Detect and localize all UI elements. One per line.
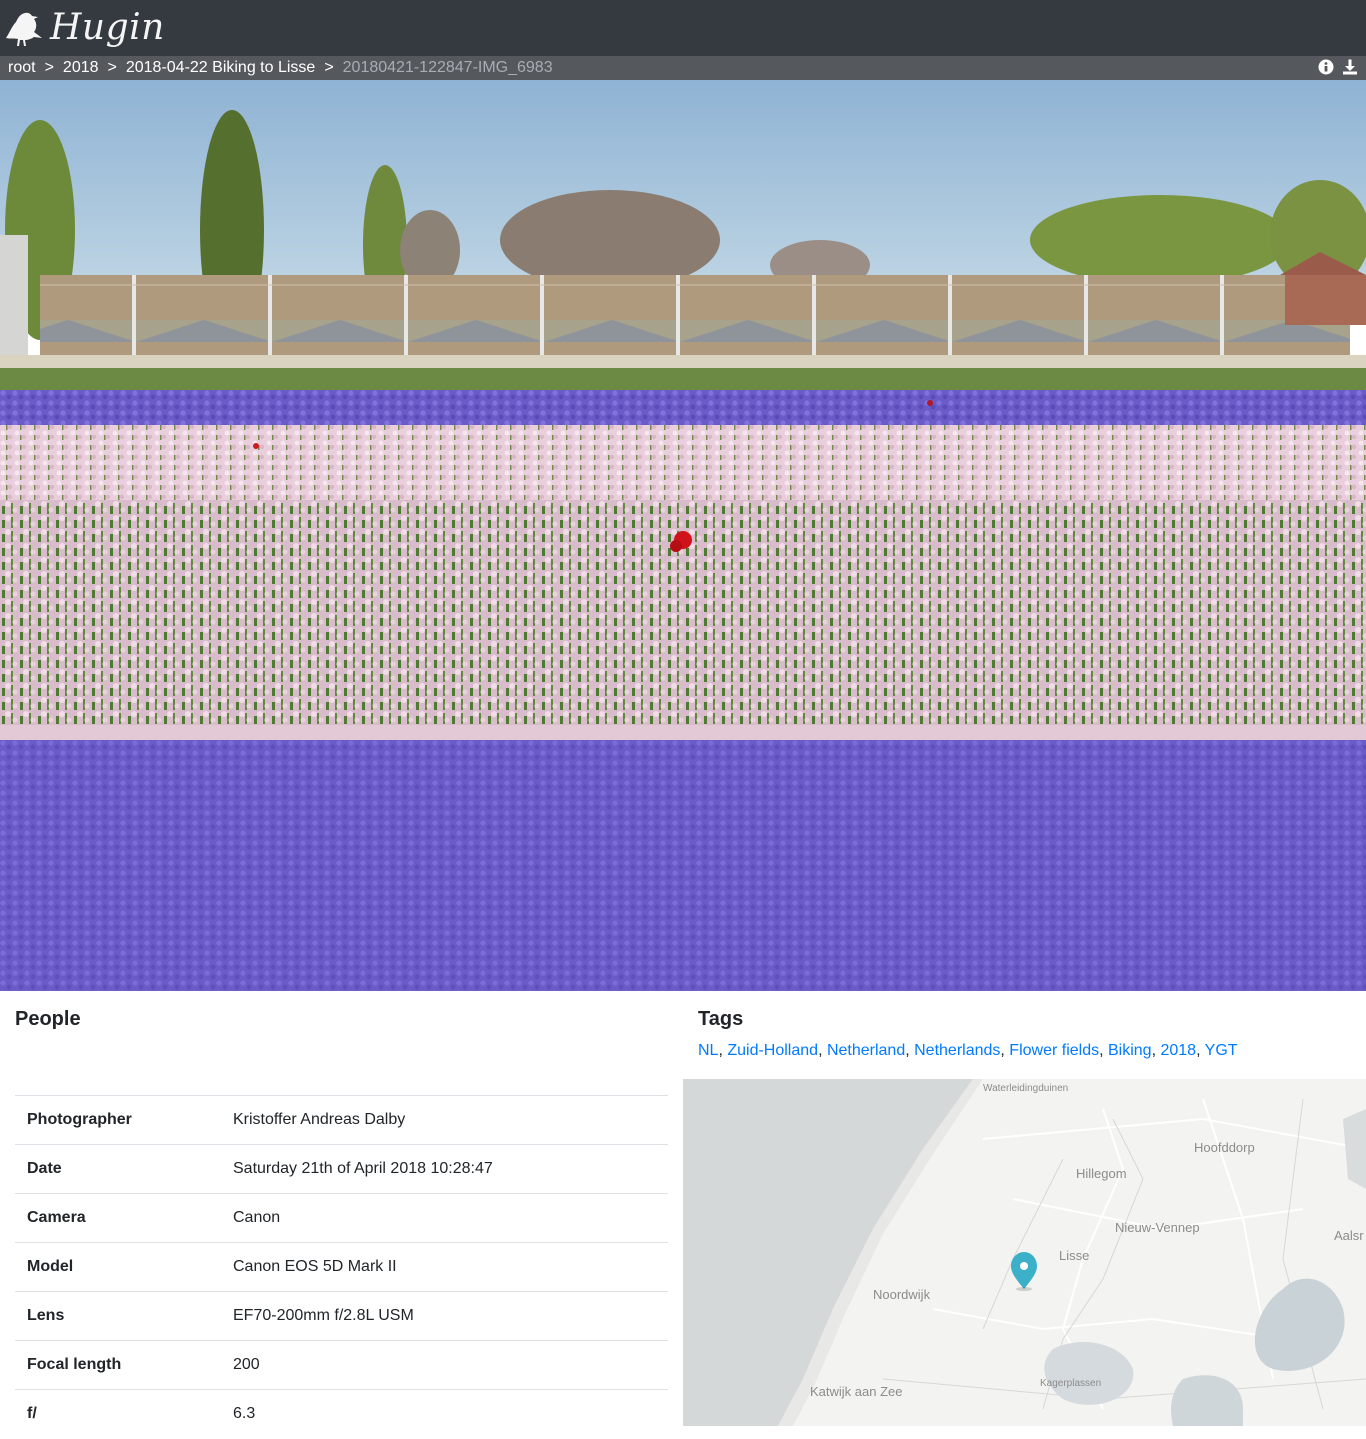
map-place-label: Kagerplassen [1040, 1378, 1102, 1389]
tag-link[interactable]: Netherlands [914, 1042, 1000, 1059]
breadcrumb-item-album[interactable]: 2018-04-22 Biking to Lisse [126, 59, 315, 76]
metadata-table: Photographer Kristoffer Andreas Dalby Da… [15, 1095, 668, 1439]
tag-link[interactable]: Biking [1108, 1042, 1152, 1059]
metadata-key: Date [15, 1144, 221, 1194]
metadata-value: Kristoffer Andreas Dalby [221, 1095, 668, 1145]
tag-link[interactable]: Zuid-Holland [727, 1042, 818, 1059]
tag-list: NL, Zuid-Holland, Netherland, Netherland… [698, 1042, 1238, 1059]
map-place-label: Noordwijk [873, 1287, 931, 1302]
metadata-value: EF70-200mm f/2.8L USM [221, 1291, 668, 1341]
breadcrumb-separator: > [44, 59, 54, 76]
location-map[interactable]: Waterleidingduinen Hoofddorp Hillegom Ni… [683, 1079, 1366, 1426]
tag-link[interactable]: NL [698, 1042, 718, 1059]
tag-link[interactable]: YGT [1205, 1042, 1238, 1059]
breadcrumb-item-root[interactable]: root [8, 59, 36, 76]
map-place-label: Katwijk aan Zee [810, 1384, 903, 1399]
breadcrumb-separator: > [324, 59, 334, 76]
metadata-value: 200 [221, 1340, 668, 1390]
breadcrumb-separator: > [107, 59, 117, 76]
breadcrumb: root >2018 >2018-04-22 Biking to Lisse >201… [0, 56, 1366, 80]
metadata-value: Canon EOS 5D Mark II [221, 1242, 668, 1292]
map-place-label: Hillegom [1076, 1166, 1127, 1181]
breadcrumb-current: 20180421-122847-IMG_6983 [342, 59, 553, 76]
info-circle-icon[interactable] [1318, 59, 1334, 75]
app-name: Hugin [50, 7, 165, 48]
table-row: Photographer Kristoffer Andreas Dalby [15, 1095, 668, 1145]
map-place-label: Hoofddorp [1194, 1140, 1255, 1155]
raven-logo-icon [4, 8, 46, 48]
breadcrumb-item-year[interactable]: 2018 [63, 59, 99, 76]
download-icon[interactable] [1342, 59, 1358, 75]
metadata-value: Saturday 21th of April 2018 10:28:47 [221, 1144, 668, 1194]
table-row: f/ 6.3 [15, 1389, 668, 1439]
table-row: Focal length 200 [15, 1340, 668, 1390]
metadata-key: Photographer [15, 1095, 221, 1145]
tag-link[interactable]: Flower fields [1009, 1042, 1099, 1059]
metadata-key: Camera [15, 1193, 221, 1243]
metadata-value: Canon [221, 1193, 668, 1243]
map-place-label: Nieuw-Vennep [1115, 1220, 1200, 1235]
top-navbar: Hugin [0, 0, 1366, 56]
metadata-value: 6.3 [221, 1389, 668, 1439]
table-row: Date Saturday 21th of April 2018 10:28:4… [15, 1144, 668, 1194]
map-place-label: Waterleidingduinen [983, 1083, 1069, 1094]
map-marker-icon[interactable] [1011, 1252, 1037, 1291]
photo-image[interactable] [0, 80, 1366, 991]
metadata-key: Focal length [15, 1340, 221, 1390]
table-row: Model Canon EOS 5D Mark II [15, 1242, 668, 1292]
metadata-key: Lens [15, 1291, 221, 1341]
map-place-label: Lisse [1059, 1248, 1090, 1263]
tag-link[interactable]: Netherland [827, 1042, 905, 1059]
map-place-label: Aalsr [1334, 1228, 1364, 1243]
people-heading: People [15, 1008, 81, 1030]
table-row: Camera Canon [15, 1193, 668, 1243]
tags-heading: Tags [698, 1008, 744, 1030]
brand-link[interactable]: Hugin [4, 6, 165, 50]
tag-link[interactable]: 2018 [1160, 1042, 1196, 1059]
metadata-key: Model [15, 1242, 221, 1292]
table-row: Lens EF70-200mm f/2.8L USM [15, 1291, 668, 1341]
metadata-key: f/ [15, 1389, 221, 1439]
